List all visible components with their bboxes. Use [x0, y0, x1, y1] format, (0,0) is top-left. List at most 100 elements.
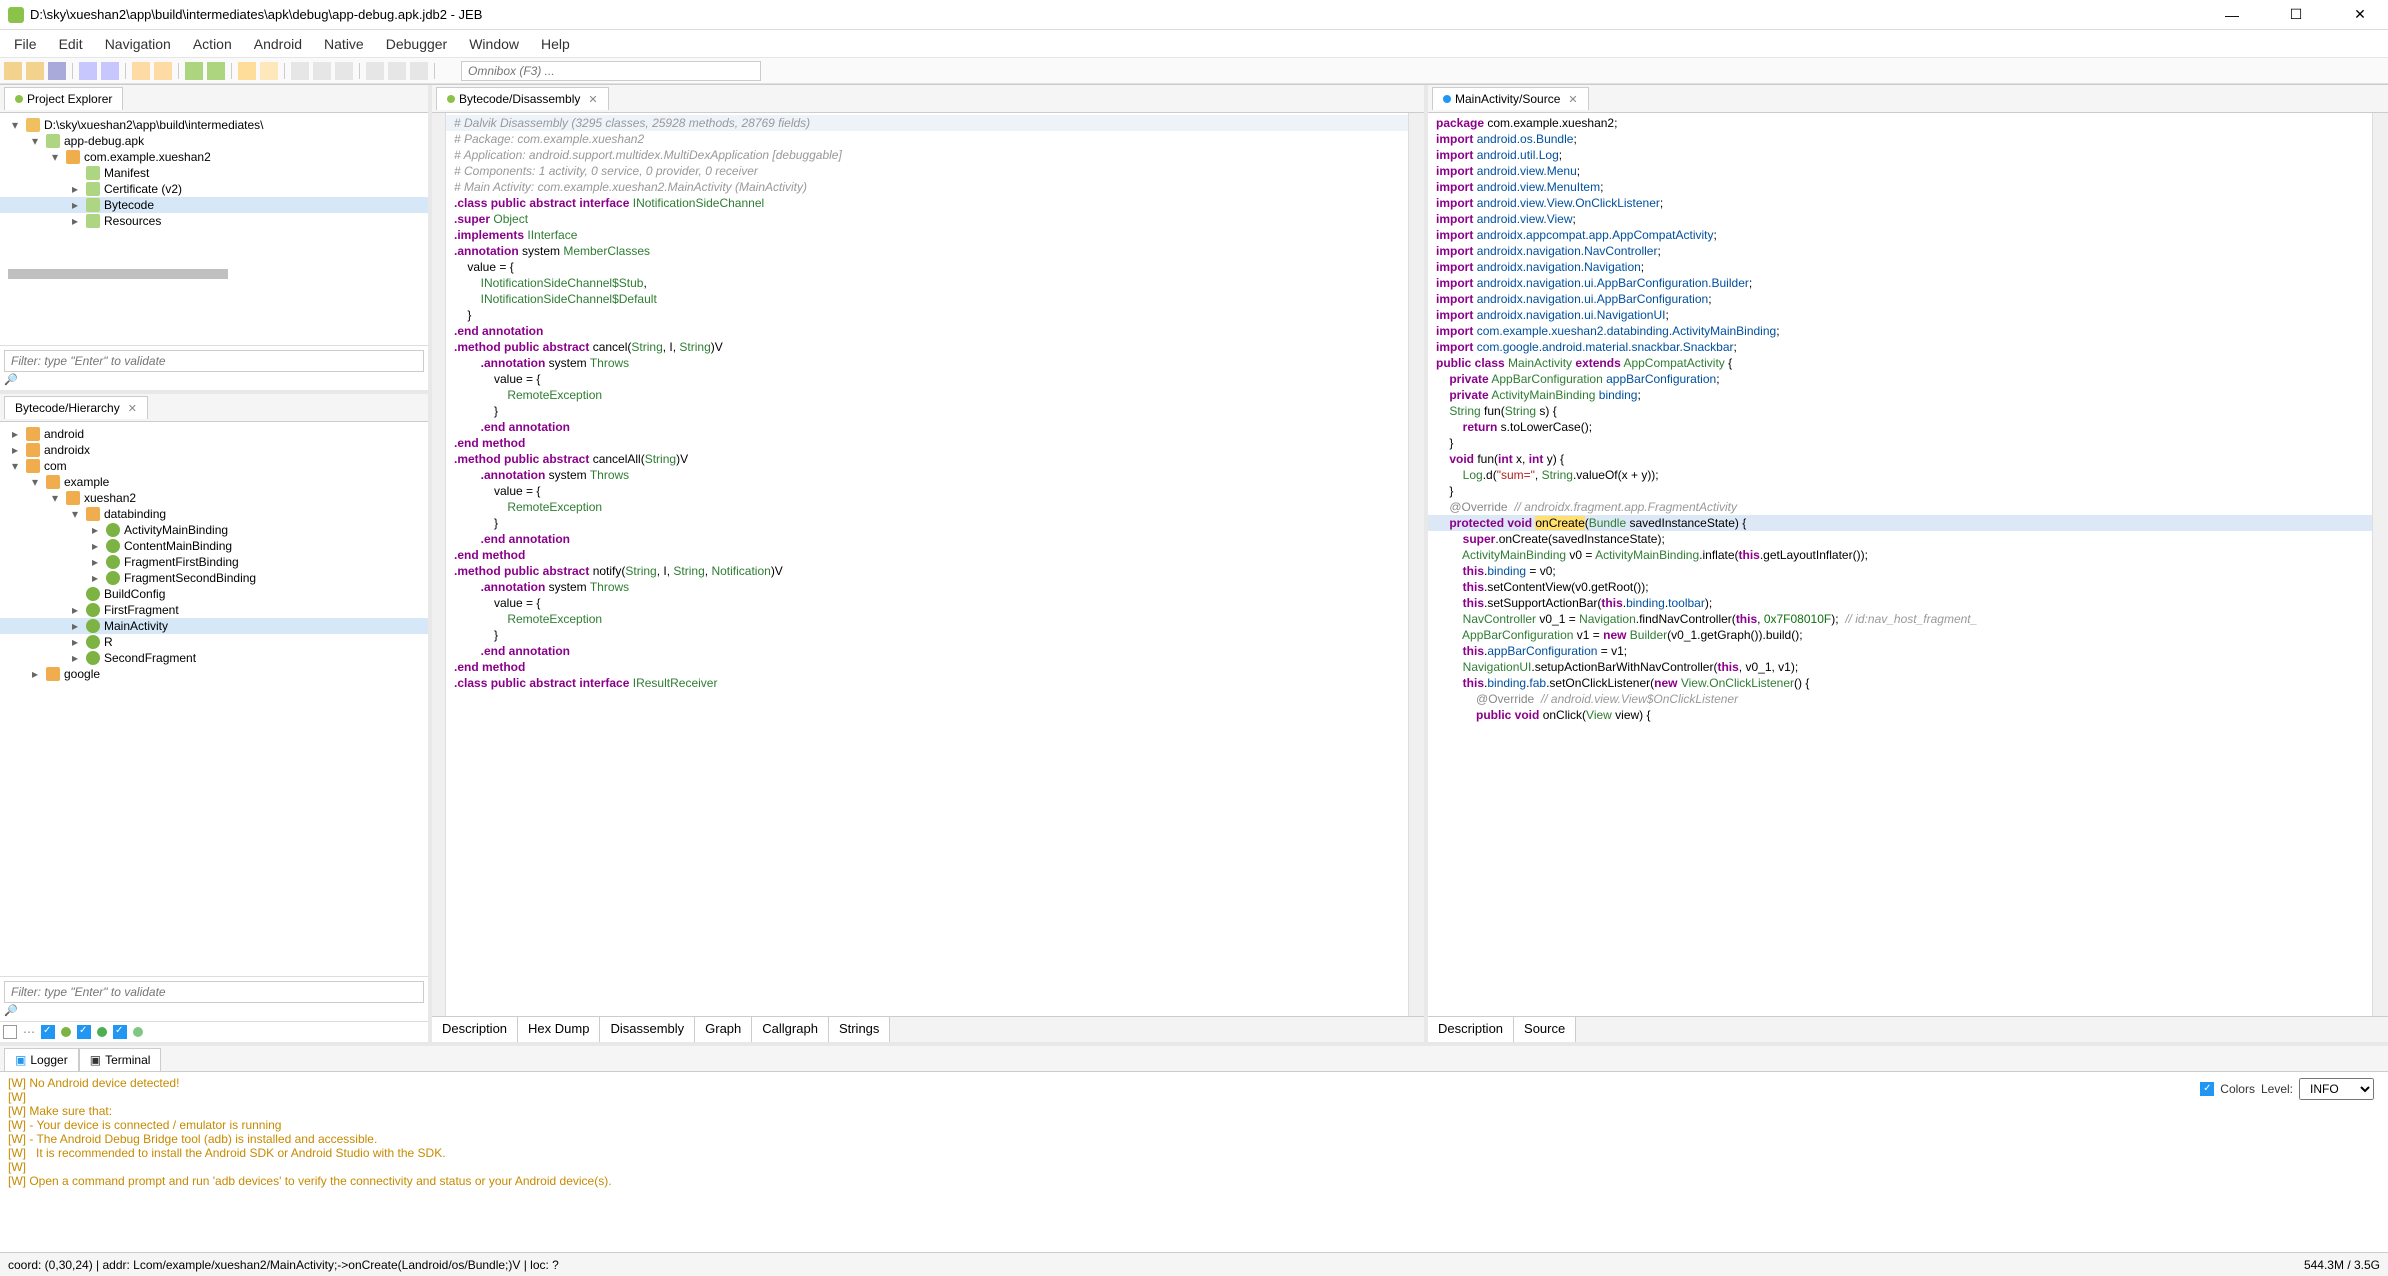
tree-secondfrag[interactable]: ▸SecondFragment	[0, 650, 428, 666]
tb-debug-icon[interactable]	[207, 62, 225, 80]
hierarchy-options: ⋯	[0, 1021, 428, 1042]
window-controls: — ☐ ✕	[2212, 3, 2380, 27]
tb-note-icon[interactable]	[260, 62, 278, 80]
menu-file[interactable]: File	[4, 32, 47, 56]
opt-cb-4[interactable]	[113, 1025, 127, 1039]
project-explorer-pane: Project Explorer ▾D:\sky\xueshan2\app\bu…	[0, 85, 428, 390]
maximize-button[interactable]: ☐	[2276, 3, 2316, 27]
tree-root[interactable]: ▾D:\sky\xueshan2\app\build\intermediates…	[0, 117, 428, 133]
close-icon[interactable]: ✕	[128, 402, 137, 415]
tree-r[interactable]: ▸R	[0, 634, 428, 650]
tb-new-icon[interactable]	[4, 62, 22, 80]
tree-manifest[interactable]: Manifest	[0, 165, 428, 181]
tree-xueshan2[interactable]: ▾xueshan2	[0, 490, 428, 506]
disasm-bottom-tabs: Description Hex Dump Disassembly Graph C…	[432, 1016, 1424, 1042]
tree-ffb[interactable]: ▸FragmentFirstBinding	[0, 554, 428, 570]
minimize-button[interactable]: —	[2212, 3, 2252, 27]
tab-logger[interactable]: ▣Logger	[4, 1048, 79, 1071]
tb-nav-icon[interactable]	[132, 62, 150, 80]
tb-x2-icon[interactable]	[313, 62, 331, 80]
logger-pane: ▣Logger ▣Terminal [W] No Android device …	[0, 1042, 2388, 1252]
colors-label: Colors	[2220, 1082, 2255, 1096]
main-area: Project Explorer ▾D:\sky\xueshan2\app\bu…	[0, 84, 2388, 1042]
menu-edit[interactable]: Edit	[49, 32, 93, 56]
left-column: Project Explorer ▾D:\sky\xueshan2\app\bu…	[0, 85, 432, 1042]
btab-src[interactable]: Source	[1514, 1017, 1576, 1042]
close-button[interactable]: ✕	[2340, 3, 2380, 27]
tb-x1-icon[interactable]	[291, 62, 309, 80]
tree-resources[interactable]: ▸Resources	[0, 213, 428, 229]
tab-icon	[15, 95, 23, 103]
menu-window[interactable]: Window	[459, 32, 529, 56]
explorer-filter-input[interactable]	[4, 350, 424, 372]
close-icon[interactable]: ✕	[588, 93, 597, 106]
menu-help[interactable]: Help	[531, 32, 580, 56]
tree-com[interactable]: ▾com	[0, 458, 428, 474]
vscroll[interactable]	[2372, 113, 2388, 1016]
disassembly-view[interactable]: # Dalvik Disassembly (3295 classes, 2592…	[446, 113, 1408, 1016]
tab-project-explorer[interactable]: Project Explorer	[4, 87, 123, 110]
tree-databinding[interactable]: ▾databinding	[0, 506, 428, 522]
tree-android[interactable]: ▸android	[0, 426, 428, 442]
btab-dis[interactable]: Disassembly	[600, 1017, 695, 1042]
tab-terminal[interactable]: ▣Terminal	[79, 1048, 162, 1071]
close-icon[interactable]: ✕	[1568, 93, 1577, 106]
btab-desc[interactable]: Description	[432, 1017, 518, 1042]
menu-android[interactable]: Android	[244, 32, 312, 56]
tb-x3-icon[interactable]	[335, 62, 353, 80]
toolbar	[0, 58, 2388, 84]
tb-x5-icon[interactable]	[388, 62, 406, 80]
tb-play-icon[interactable]	[185, 62, 203, 80]
opt-cb-2[interactable]	[41, 1025, 55, 1039]
tree-fsb[interactable]: ▸FragmentSecondBinding	[0, 570, 428, 586]
source-column: MainActivity/Source ✕ package com.exampl…	[1428, 85, 2388, 1042]
tb-fwd-icon[interactable]	[101, 62, 119, 80]
tree-apk[interactable]: ▾app-debug.apk	[0, 133, 428, 149]
tree-mainactivity[interactable]: ▸MainActivity	[0, 618, 428, 634]
tb-edit-icon[interactable]	[238, 62, 256, 80]
logger-body[interactable]: [W] No Android device detected![W][W] Ma…	[0, 1072, 2388, 1252]
btab-hex[interactable]: Hex Dump	[518, 1017, 600, 1042]
menu-native[interactable]: Native	[314, 32, 374, 56]
tb-back-icon[interactable]	[79, 62, 97, 80]
vscroll[interactable]	[1408, 113, 1424, 1016]
tree-buildconfig[interactable]: BuildConfig	[0, 586, 428, 602]
hierarchy-tree[interactable]: ▸android ▸androidx ▾com ▾example ▾xuesha…	[0, 422, 428, 976]
opt-cb-3[interactable]	[77, 1025, 91, 1039]
tb-x6-icon[interactable]	[410, 62, 428, 80]
tb-x4-icon[interactable]	[366, 62, 384, 80]
hierarchy-filter-input[interactable]	[4, 981, 424, 1003]
opt-cb-1[interactable]	[3, 1025, 17, 1039]
colors-checkbox[interactable]: ✓	[2200, 1082, 2214, 1096]
tree-google[interactable]: ▸google	[0, 666, 428, 682]
tree-pkg[interactable]: ▾com.example.xueshan2	[0, 149, 428, 165]
btab-desc[interactable]: Description	[1428, 1017, 1514, 1042]
tb-save-icon[interactable]	[48, 62, 66, 80]
tree-androidx[interactable]: ▸androidx	[0, 442, 428, 458]
omnibox-input[interactable]	[461, 61, 761, 81]
tree-amb[interactable]: ▸ActivityMainBinding	[0, 522, 428, 538]
tab-source[interactable]: MainActivity/Source ✕	[1432, 87, 1589, 110]
btab-graph[interactable]: Graph	[695, 1017, 752, 1042]
tb-nav2-icon[interactable]	[154, 62, 172, 80]
tab-disassembly[interactable]: Bytecode/Disassembly ✕	[436, 87, 609, 110]
source-view[interactable]: package com.example.xueshan2;import andr…	[1428, 113, 2372, 1016]
btab-cg[interactable]: Callgraph	[752, 1017, 829, 1042]
tab-bytecode-hierarchy[interactable]: Bytecode/Hierarchy ✕	[4, 396, 148, 419]
tab-icon	[1443, 95, 1451, 103]
tree-cmb[interactable]: ▸ContentMainBinding	[0, 538, 428, 554]
level-label: Level:	[2261, 1082, 2293, 1096]
tree-cert[interactable]: ▸Certificate (v2)	[0, 181, 428, 197]
menu-action[interactable]: Action	[183, 32, 242, 56]
btab-str[interactable]: Strings	[829, 1017, 890, 1042]
tree-bytecode[interactable]: ▸Bytecode	[0, 197, 428, 213]
project-explorer-tree[interactable]: ▾D:\sky\xueshan2\app\build\intermediates…	[0, 113, 428, 345]
tb-open-icon[interactable]	[26, 62, 44, 80]
menu-debugger[interactable]: Debugger	[376, 32, 458, 56]
menu-navigation[interactable]: Navigation	[95, 32, 181, 56]
tree-firstfrag[interactable]: ▸FirstFragment	[0, 602, 428, 618]
hscroll-thumb[interactable]	[8, 269, 228, 279]
level-select[interactable]: INFO	[2299, 1078, 2374, 1100]
app-icon	[8, 7, 24, 23]
tree-example[interactable]: ▾example	[0, 474, 428, 490]
